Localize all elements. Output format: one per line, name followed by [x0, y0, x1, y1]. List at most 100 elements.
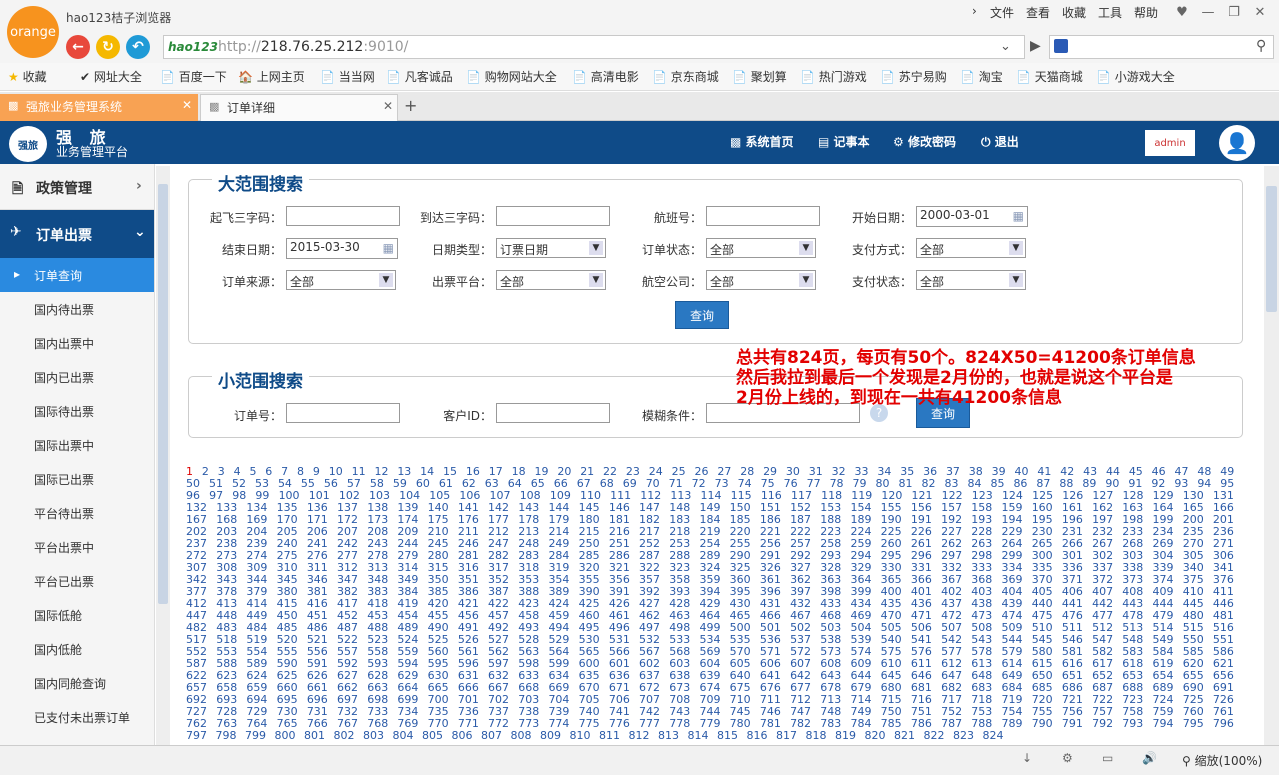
- bookmark-item[interactable]: 📄 天猫商城: [1016, 68, 1083, 85]
- page-link[interactable]: 806: [452, 729, 473, 742]
- search-icon[interactable]: ⚲: [1256, 38, 1266, 54]
- menu-view[interactable]: 查看: [1026, 4, 1050, 21]
- forward-icon[interactable]: ▶: [1030, 38, 1041, 54]
- sidebar-item[interactable]: 国际已出票: [0, 462, 154, 496]
- page-link[interactable]: 798: [216, 729, 237, 742]
- tab-order-detail[interactable]: ▩ 订单详细 ✕: [200, 94, 398, 121]
- menu-chevron-icon[interactable]: ›: [972, 4, 977, 18]
- page-link[interactable]: 792: [1092, 717, 1113, 730]
- page-link[interactable]: 805: [422, 729, 443, 742]
- sidebar-item[interactable]: 国际低舱: [0, 598, 154, 632]
- sidebar-item[interactable]: 国内待出票: [0, 292, 154, 326]
- sidebar-item[interactable]: 国际待出票: [0, 394, 154, 428]
- refresh-icon[interactable]: ↻: [96, 35, 120, 59]
- nav-change-password[interactable]: ⚙ 修改密码: [893, 133, 956, 150]
- page-link[interactable]: 811: [599, 729, 620, 742]
- arr-code-input[interactable]: [496, 206, 610, 226]
- order-status-select[interactable]: 全部 ▼: [706, 238, 816, 258]
- end-date-input[interactable]: 2015-03-30 ▦: [286, 238, 398, 259]
- pay-status-select[interactable]: 全部 ▼: [916, 270, 1026, 290]
- page-link[interactable]: 819: [835, 729, 856, 742]
- calendar-icon[interactable]: ▦: [383, 241, 394, 255]
- nav-home[interactable]: ▩ 系统首页: [730, 133, 794, 150]
- start-date-input[interactable]: 2000-03-01 ▦: [916, 206, 1028, 227]
- bookmark-item[interactable]: 📄 高清电影: [572, 68, 639, 85]
- page-link[interactable]: 789: [1001, 717, 1022, 730]
- sidebar-item[interactable]: 平台待出票: [0, 496, 154, 530]
- page-link[interactable]: 791: [1062, 717, 1083, 730]
- sidebar-scrollbar[interactable]: [156, 166, 170, 746]
- page-link[interactable]: 800: [275, 729, 296, 742]
- page-link[interactable]: 821: [894, 729, 915, 742]
- page-link[interactable]: 799: [245, 729, 266, 742]
- sidebar-item[interactable]: 平台出票中: [0, 530, 154, 564]
- page-link[interactable]: 820: [865, 729, 886, 742]
- page-link[interactable]: 816: [747, 729, 768, 742]
- airline-select[interactable]: 全部 ▼: [706, 270, 816, 290]
- page-link[interactable]: 815: [717, 729, 738, 742]
- sidebar-item[interactable]: 国内同舱查询: [0, 666, 154, 700]
- download-icon[interactable]: ↓: [1022, 751, 1032, 765]
- page-link[interactable]: 790: [1032, 717, 1053, 730]
- bookmark-item[interactable]: 📄 聚划算: [732, 68, 787, 85]
- new-tab-icon[interactable]: +: [404, 96, 417, 115]
- sidebar-item[interactable]: 国际出票中: [0, 428, 154, 462]
- page-link[interactable]: 801: [304, 729, 325, 742]
- undo-icon[interactable]: ↶: [126, 35, 150, 59]
- bookmark-item[interactable]: 📄 淘宝: [960, 68, 1003, 85]
- page-link[interactable]: 794: [1153, 717, 1174, 730]
- page-link[interactable]: 823: [953, 729, 974, 742]
- back-icon[interactable]: ←: [66, 35, 90, 59]
- sidebar-item[interactable]: 平台已出票: [0, 564, 154, 598]
- wide-query-button[interactable]: 查询: [675, 301, 729, 329]
- order-source-select[interactable]: 全部 ▼: [286, 270, 396, 290]
- page-link[interactable]: 817: [776, 729, 797, 742]
- order-no-input[interactable]: [286, 403, 400, 423]
- search-input[interactable]: ⚲: [1049, 35, 1274, 59]
- page-link[interactable]: 796: [1213, 717, 1234, 730]
- menu-help[interactable]: 帮助: [1134, 4, 1158, 21]
- nav-notepad[interactable]: ▤ 记事本: [818, 133, 870, 150]
- menu-favorites[interactable]: 收藏: [1062, 4, 1086, 21]
- page-link[interactable]: 797: [186, 729, 207, 742]
- nav-logout[interactable]: ⏻ 退出: [981, 133, 1019, 150]
- bookmark-item[interactable]: 📄 京东商城: [652, 68, 719, 85]
- bookmark-item[interactable]: 📄 购物网站大全: [466, 68, 557, 85]
- page-link[interactable]: 793: [1122, 717, 1143, 730]
- bookmark-favorites[interactable]: ★ 收藏: [8, 68, 47, 85]
- avatar-icon[interactable]: 👤: [1219, 125, 1255, 161]
- bookmark-item[interactable]: 📄 热门游戏: [800, 68, 867, 85]
- tab-main-system[interactable]: ▩ 强旅业务管理系统 ✕: [0, 94, 198, 121]
- settings-icon[interactable]: ⚙: [1062, 751, 1073, 765]
- page-link[interactable]: 802: [334, 729, 355, 742]
- page-link[interactable]: 803: [363, 729, 384, 742]
- address-bar[interactable]: hao123 http://218.76.25.212:9010/ ⌄: [163, 35, 1025, 59]
- page-link[interactable]: 808: [511, 729, 532, 742]
- scrollbar-thumb[interactable]: [1266, 186, 1277, 312]
- page-link[interactable]: 812: [629, 729, 650, 742]
- page-link[interactable]: 810: [570, 729, 591, 742]
- page-link[interactable]: 822: [924, 729, 945, 742]
- sidebar-item[interactable]: 国内低舱: [0, 632, 154, 666]
- scrollbar-thumb[interactable]: [158, 184, 168, 604]
- sidebar-item-order-query[interactable]: ▸ 订单查询: [0, 258, 154, 292]
- bookmark-item[interactable]: 📄 苏宁易购: [880, 68, 947, 85]
- minimize-icon[interactable]: —: [1198, 5, 1218, 20]
- sidebar-item[interactable]: 已支付未出票订单: [0, 700, 154, 734]
- calendar-icon[interactable]: ▦: [1013, 209, 1024, 223]
- close-icon[interactable]: ✕: [1250, 5, 1270, 20]
- chevron-down-icon[interactable]: ⌄: [1000, 39, 1011, 54]
- bookmark-item[interactable]: 📄 凡客诚品: [386, 68, 453, 85]
- page-link[interactable]: 2: [202, 465, 209, 478]
- menu-tools[interactable]: 工具: [1098, 4, 1122, 21]
- page-link[interactable]: 818: [806, 729, 827, 742]
- flight-no-input[interactable]: [706, 206, 820, 226]
- date-type-select[interactable]: 订票日期 ▼: [496, 238, 606, 258]
- screen-icon[interactable]: ▭: [1102, 751, 1113, 765]
- page-link[interactable]: 813: [658, 729, 679, 742]
- sound-icon[interactable]: 🔊: [1142, 751, 1157, 765]
- skin-icon[interactable]: ♥: [1172, 5, 1192, 20]
- bookmark-item[interactable]: ✔ 网址大全: [80, 68, 142, 85]
- bookmark-item[interactable]: 📄 小游戏大全: [1096, 68, 1175, 85]
- sidebar-section-orders[interactable]: ✈ 订单出票 ⌄: [0, 210, 154, 258]
